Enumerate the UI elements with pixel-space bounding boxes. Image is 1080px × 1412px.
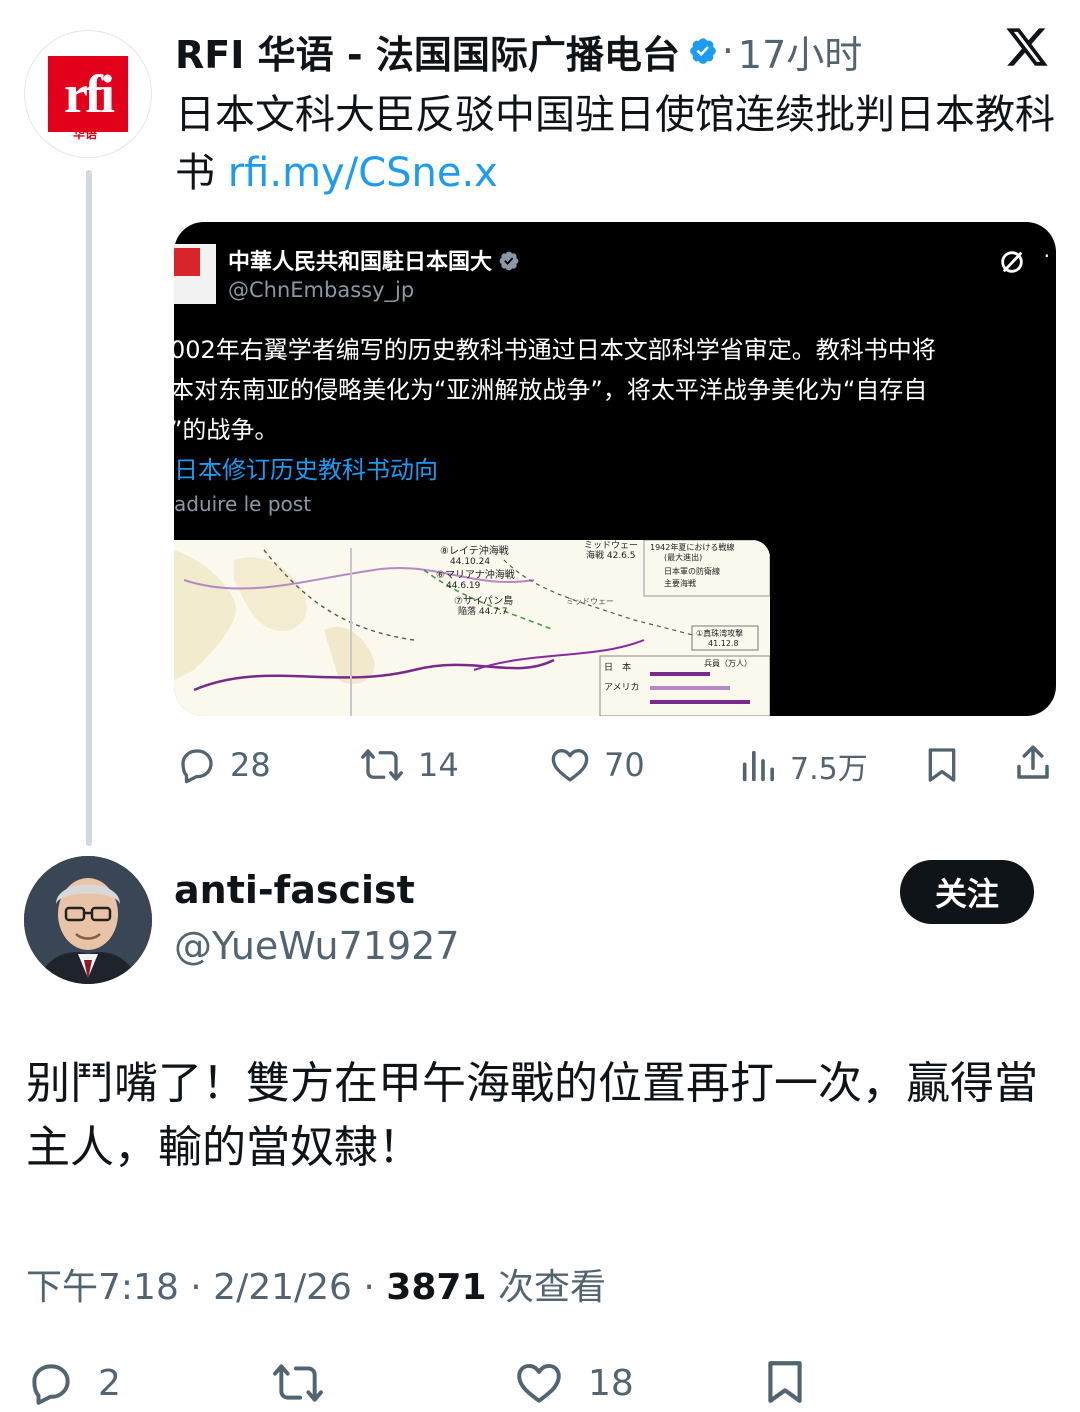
reply-button[interactable]: 2 [26, 1358, 121, 1408]
reply-author-avatar[interactable] [24, 856, 152, 984]
embedded-link: 日本修订历史教科书动向 [174, 456, 438, 484]
map-label: ⑦サイパン島 [454, 594, 513, 607]
repost-icon[interactable] [270, 1358, 326, 1408]
map-label: 41.12.8 [708, 639, 739, 648]
embassy-avatar [174, 244, 216, 304]
map-label: 44.10.24 [450, 557, 490, 567]
avatar-photo [24, 856, 152, 984]
heart-icon [551, 748, 589, 782]
rfi-logo: rfi [48, 56, 128, 132]
map-legend: (最大進出) [664, 552, 702, 562]
embedded-post-image[interactable]: 中華人民共和国駐日本国大 @ChnEmbassy_jp · 002年右翼学者编写… [174, 222, 1056, 716]
verified-badge-icon [690, 38, 716, 64]
pacific-war-map: ⑧レイテ沖海戦 44.10.24 ⑥マリアナ沖海戦 44.6.19 ⑦サイパン島… [174, 540, 770, 716]
map-label: ミッドウェー [584, 540, 638, 551]
map-legend: 日本軍の防衛線 [664, 566, 720, 576]
map-table-label: 日 本 [604, 661, 631, 673]
reply-author-handle[interactable]: @YueWu71927 [174, 924, 460, 968]
views-count: 7.5万 [790, 752, 868, 787]
reply-button[interactable]: 28 [176, 744, 271, 786]
avatar[interactable]: rfi 华语 [24, 30, 152, 158]
embedded-author-name: 中華人民共和国駐日本国大 [228, 244, 520, 276]
header-separator: · [721, 29, 734, 73]
like-count: 18 [588, 1362, 634, 1404]
tweet-meta: 下午7:18 · 2/21/26 · 3871 次查看 [26, 1258, 606, 1310]
rfi-logo-subtitle: 华语 [73, 127, 98, 141]
like-count: 70 [604, 746, 645, 784]
map-label: 陥落 44.7.7 [458, 605, 508, 617]
x-logo-icon [1006, 28, 1048, 66]
heart-icon [517, 1363, 561, 1403]
translate-post: aduire le post [174, 492, 312, 516]
like-button[interactable]: 18 [512, 1358, 634, 1408]
bookmark-icon[interactable] [922, 744, 962, 786]
bookmark-icon[interactable] [760, 1356, 810, 1408]
like-button[interactable]: 70 [548, 744, 645, 786]
embedded-line: ”的战争。 [174, 416, 279, 444]
embedded-line: 002年右翼学者编写的历史教科书通过日本文部科学省审定。教科书中将 [174, 336, 936, 364]
textbook-map-image: ⑧レイテ沖海戦 44.10.24 ⑥マリアナ沖海戦 44.6.19 ⑦サイパン島… [174, 540, 770, 716]
map-label: ミッドウェー [566, 597, 614, 606]
map-label: ⑥マリアナ沖海戦 [436, 568, 515, 581]
follow-button[interactable]: 关注 [900, 860, 1034, 924]
reply-icon [181, 749, 213, 784]
repost-icon [361, 749, 403, 781]
more-dots-icon: · [1043, 244, 1050, 268]
view-label: 次查看 [486, 1267, 606, 1308]
analytics-bar-icon [742, 750, 774, 782]
grok-icon [1001, 251, 1023, 273]
reply-icon [32, 1364, 70, 1405]
repost-button[interactable]: 14 [358, 744, 459, 786]
tweet-timestamp[interactable]: 下午7:18 · 2/21/26 · [26, 1267, 386, 1308]
tweet-header: RFI 华语 - 法国国际广播电台 · 17小时 [175, 28, 862, 77]
map-table-label: アメリカ [604, 682, 640, 693]
tweet-age[interactable]: 17小时 [738, 24, 862, 79]
share-icon[interactable] [1012, 742, 1054, 784]
map-label: ⑧レイテ沖海戦 [440, 544, 509, 557]
map-label: ①真珠湾攻撃 [696, 628, 743, 638]
map-legend: 1942年夏における戦線 [650, 542, 734, 552]
map-label: 海戦 42.6.5 [586, 549, 636, 561]
views-button[interactable]: 7.5万 [738, 744, 868, 788]
author-name[interactable]: RFI 华语 - 法国国际广播电台 [175, 24, 680, 79]
view-count: 3871 [386, 1267, 487, 1308]
tweet-text: 日本文科大臣反驳中国驻日使馆连续批判日本教科书 rfi.my/CSne.x [175, 86, 1055, 202]
tweet-link[interactable]: rfi.my/CSne.x [228, 150, 498, 196]
thread-connector-line [86, 170, 92, 846]
repost-count: 14 [418, 746, 459, 784]
verified-badge-icon [499, 251, 519, 271]
embedded-line: 本对东南亚的侵略美化为“亚洲解放战争”，将太平洋战争美化为“自存自 [174, 376, 928, 404]
map-legend: 主要海戦 [664, 578, 696, 588]
map-label: 44.6.19 [446, 581, 481, 591]
reply-author-name[interactable]: anti-fascist [174, 868, 415, 912]
map-table-label: 兵員（万人） [704, 658, 752, 668]
reply-count: 28 [230, 746, 271, 784]
embedded-handle: @ChnEmbassy_jp [228, 278, 415, 302]
reply-count: 2 [98, 1362, 121, 1404]
reply-text: 别鬥嘴了！雙方在甲午海戰的位置再打一次，贏得當主人，輸的當奴隸！ [26, 1058, 1038, 1173]
embedded-post-text: 002年右翼学者编写的历史教科书通过日本文部科学省审定。教科书中将 本对东南亚的… [174, 330, 1050, 450]
